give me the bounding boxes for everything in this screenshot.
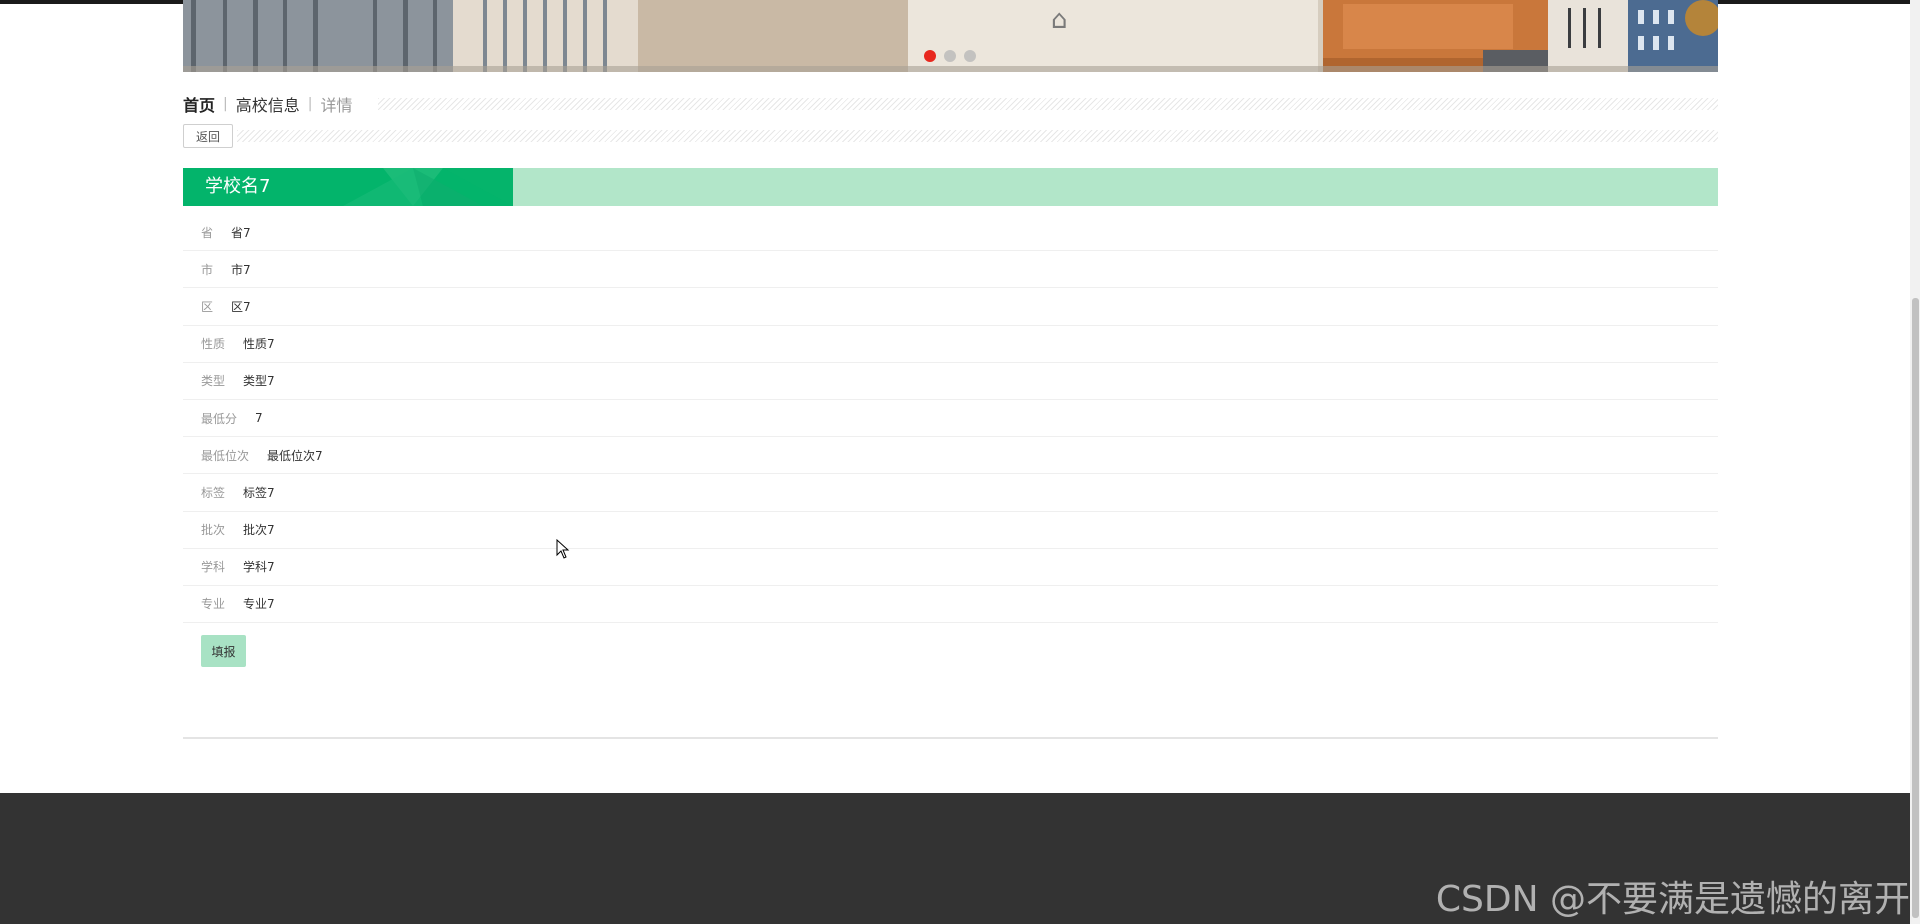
carousel-dot-2[interactable] [944, 50, 956, 62]
detail-row-major: 专业 专业7 [183, 586, 1718, 624]
detail-value: 类型7 [243, 374, 275, 389]
banner-carousel[interactable]: ⌂ [183, 0, 1718, 72]
detail-value: 专业7 [243, 597, 275, 612]
detail-row-min-rank: 最低位次 最低位次7 [183, 437, 1718, 475]
carousel-dot-1[interactable] [924, 50, 936, 62]
detail-label: 学科 [201, 560, 226, 575]
detail-row-min-score: 最低分 7 [183, 400, 1718, 438]
arrow-pointer-icon [556, 538, 570, 563]
detail-value: 省7 [231, 225, 251, 240]
detail-label: 标签 [201, 485, 226, 500]
breadcrumb: 首页 | 高校信息 | 详情 [183, 90, 1718, 118]
detail-value: 最低位次7 [267, 448, 323, 463]
detail-row-city: 市 市7 [183, 251, 1718, 289]
detail-row-province: 省 省7 [183, 214, 1718, 252]
detail-label: 最低位次 [201, 448, 250, 463]
detail-row-tag: 标签 标签7 [183, 474, 1718, 512]
breadcrumb-home-link[interactable]: 首页 [183, 92, 215, 116]
school-details: 省 省7 市 市7 区 区7 性质 性质7 类型 类型7 最低分 7 最低位次 … [183, 214, 1718, 624]
carousel-indicators [924, 50, 976, 62]
detail-value: 市7 [231, 262, 251, 277]
detail-label: 区 [201, 299, 214, 314]
page-footer: CSDN @不要满是遗憾的离开 [0, 793, 1910, 924]
detail-label: 省 [201, 225, 214, 240]
back-button[interactable]: 返回 [183, 124, 234, 148]
school-title-block: 学校名7 [183, 168, 513, 206]
decorative-hatch-line [378, 98, 1718, 110]
detail-value: 性质7 [243, 337, 275, 352]
content-divider [183, 737, 1718, 739]
csdn-watermark: CSDN @不要满是遗憾的离开 [1435, 879, 1910, 920]
detail-row-subject: 学科 学科7 [183, 549, 1718, 586]
breadcrumb-section-link[interactable]: 高校信息 [236, 92, 300, 116]
breadcrumb-separator: | [307, 96, 313, 112]
building-glyph: ⌂ [1051, 5, 1068, 35]
carousel-dot-3[interactable] [964, 50, 976, 62]
decorative-hatch-line [237, 130, 1718, 142]
school-title-bar: 学校名7 [183, 168, 1718, 206]
detail-row-nature: 性质 性质7 [183, 326, 1718, 363]
detail-label: 类型 [201, 374, 226, 389]
detail-value: 区7 [231, 299, 251, 314]
detail-label: 批次 [201, 523, 226, 538]
detail-value: 标签7 [243, 485, 275, 500]
school-name: 学校名7 [205, 176, 271, 197]
breadcrumb-current: 详情 [320, 96, 353, 115]
detail-label: 市 [201, 262, 214, 277]
back-row: 返回 [183, 124, 1718, 148]
vertical-scrollbar-thumb[interactable] [1912, 298, 1919, 918]
breadcrumb-separator: | [223, 96, 228, 112]
submit-application-button[interactable]: 填报 [201, 635, 246, 667]
detail-row-district: 区 区7 [183, 288, 1718, 326]
detail-label: 最低分 [201, 411, 238, 426]
detail-row-type: 类型 类型7 [183, 363, 1718, 400]
detail-value: 学科7 [243, 560, 275, 575]
detail-value: 批次7 [243, 523, 275, 538]
detail-label: 专业 [201, 597, 226, 612]
detail-row-batch: 批次 批次7 [183, 512, 1718, 549]
detail-label: 性质 [201, 337, 226, 352]
detail-value: 7 [255, 411, 263, 426]
